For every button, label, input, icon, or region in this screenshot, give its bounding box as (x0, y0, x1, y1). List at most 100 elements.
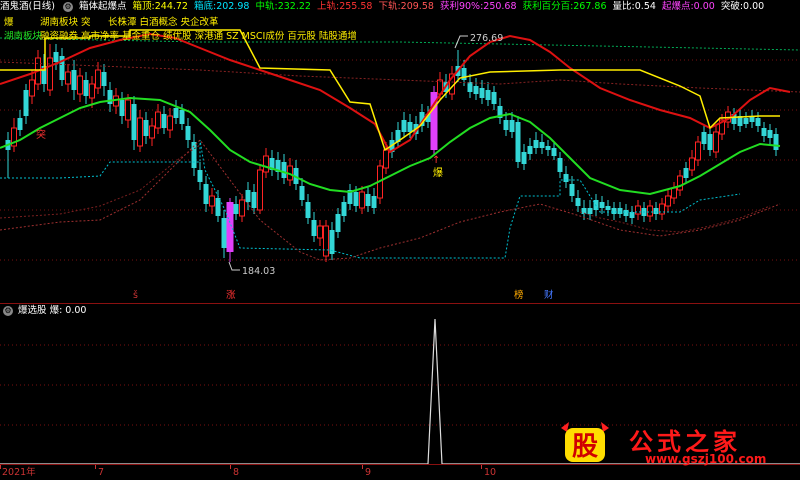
candle-body (599, 202, 605, 208)
candle-body (755, 118, 761, 126)
candle-body (383, 149, 389, 169)
x-tick (230, 465, 231, 469)
candle-body (317, 225, 323, 239)
candle-body (23, 90, 29, 116)
candle-body (197, 170, 203, 182)
concept-tag-row2[interactable]: 融资融券 高市净率 基金重仓 绩优股 深港通 SZ MSCI成份 百元股 陆股通… (40, 28, 357, 42)
candle-body (665, 195, 671, 207)
candle-body (503, 120, 509, 130)
candle-body (647, 205, 653, 217)
candle-body (527, 146, 533, 154)
candle-body (137, 117, 143, 147)
candle-body (761, 128, 767, 136)
candle-body (299, 186, 305, 200)
candle-body (29, 79, 35, 97)
concept-tag-changzhu[interactable]: 长株潭 白酒概念 央企改革 (108, 14, 219, 28)
candle-body (515, 122, 521, 162)
candle-body (521, 152, 527, 164)
candle-body (335, 214, 341, 232)
candle-body (617, 208, 623, 214)
x-tick (362, 465, 363, 469)
price-chart[interactable]: 276.69 184.03 ↑ 爆 突 š 涨 榜 财 (0, 0, 800, 305)
box-top-line (0, 29, 780, 152)
x-label-9: 9 (365, 467, 372, 478)
watermark-logo-char: 股 (572, 432, 598, 462)
concept-tag-hunan-short[interactable]: 湖南板块 (4, 28, 42, 42)
tu-label: 突 (36, 128, 46, 141)
candle-body (773, 134, 779, 150)
candle-body (623, 210, 629, 216)
candle-body (233, 204, 239, 214)
candle-body (629, 212, 635, 218)
x-tick (0, 465, 1, 469)
x-label-year: 2021年 (2, 467, 36, 478)
candle-body (491, 92, 497, 104)
event-mark-2[interactable]: 涨 (226, 290, 236, 301)
candle-body (467, 82, 473, 92)
watermark-url: www.gszj100.com (645, 452, 767, 466)
watermark: 股 公式之家 www.gszj100.com (555, 420, 800, 470)
candle-body (173, 108, 179, 118)
candle-body (119, 100, 125, 116)
candle-body (401, 120, 407, 132)
candle-body (125, 99, 131, 121)
candle-body (323, 225, 329, 257)
candle-body (371, 196, 377, 208)
candlesticks (5, 44, 779, 262)
event-mark-1[interactable]: š (133, 290, 138, 301)
candle-body (65, 71, 71, 85)
candle-body (245, 190, 251, 202)
candle-body (71, 70, 77, 90)
low-pointer (228, 261, 240, 271)
candle-body (155, 111, 161, 129)
low-label: 184.03 (242, 266, 275, 277)
candle-body (587, 208, 593, 214)
candle-body (509, 120, 515, 132)
high-label: 276.69 (470, 33, 503, 44)
candle-body (533, 140, 539, 148)
candle-body (149, 125, 155, 139)
candle-body (257, 169, 263, 211)
candle-body (743, 118, 749, 124)
candle-body (359, 191, 365, 209)
candle-body (575, 198, 581, 206)
candle-body (215, 198, 221, 216)
x-tick (95, 465, 96, 469)
candle-body (209, 195, 215, 207)
concept-tag-hunan[interactable]: 湖南板块 突 (40, 14, 91, 28)
candle-body (341, 202, 347, 216)
candle-body (203, 184, 209, 204)
candle-body (77, 75, 83, 95)
indicator-grid (0, 344, 800, 426)
candle-body (551, 148, 557, 156)
concept-tag-bao: 爆 (4, 17, 14, 28)
candle-body (95, 69, 101, 89)
lower-outer-line (0, 144, 201, 219)
grid-lines (0, 59, 800, 261)
candle-body (83, 80, 89, 96)
candle-body (611, 208, 617, 214)
lower-band-line (0, 139, 781, 261)
bao-arrow-icon: ↑ (432, 155, 440, 166)
candle-body (767, 130, 773, 138)
event-mark-3[interactable]: 榜 (514, 289, 524, 301)
candle-body (167, 115, 173, 131)
x-tick (481, 465, 482, 469)
x-label-8: 8 (233, 467, 240, 478)
candle-body (101, 72, 107, 86)
watermark-logo-icon: 股 (561, 422, 609, 462)
candle-body (479, 88, 485, 98)
candle-body (239, 199, 245, 217)
candle-body (695, 141, 701, 161)
candle-body (185, 126, 191, 140)
candle-body (143, 120, 149, 136)
high-pointer (454, 35, 468, 49)
candle-body (353, 192, 359, 206)
candle-body (281, 162, 287, 178)
candle-body (671, 187, 677, 199)
event-mark-4[interactable]: 财 (544, 289, 554, 301)
candle-body (47, 57, 53, 91)
bao-label: 爆 (433, 167, 443, 179)
candle-body (545, 146, 551, 150)
candle-body (131, 104, 137, 140)
